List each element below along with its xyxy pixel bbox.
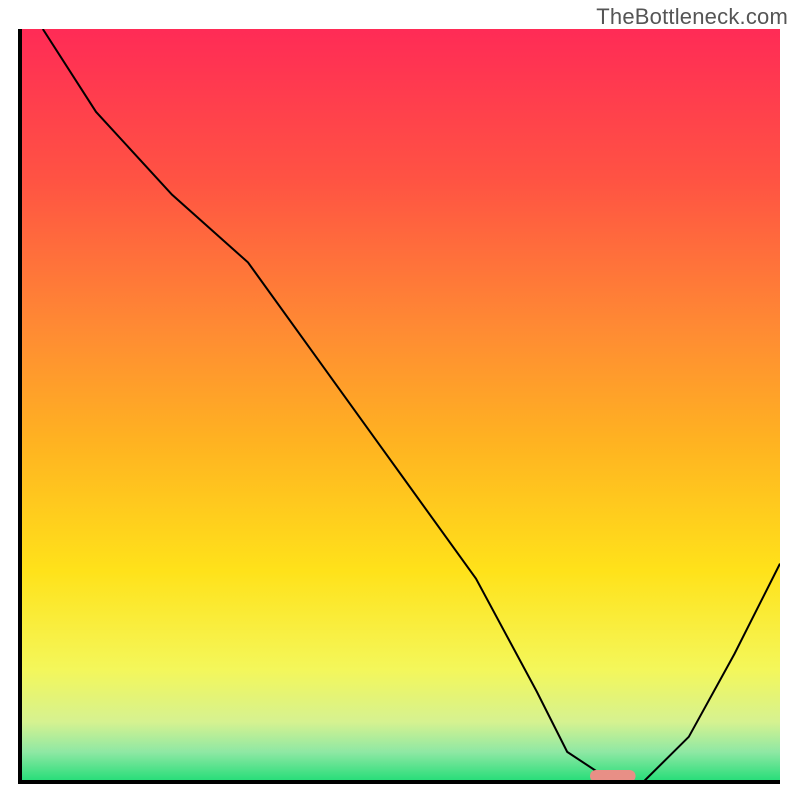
watermark-text: TheBottleneck.com (596, 4, 788, 30)
gradient-background (20, 29, 780, 782)
bottleneck-chart (0, 0, 800, 800)
